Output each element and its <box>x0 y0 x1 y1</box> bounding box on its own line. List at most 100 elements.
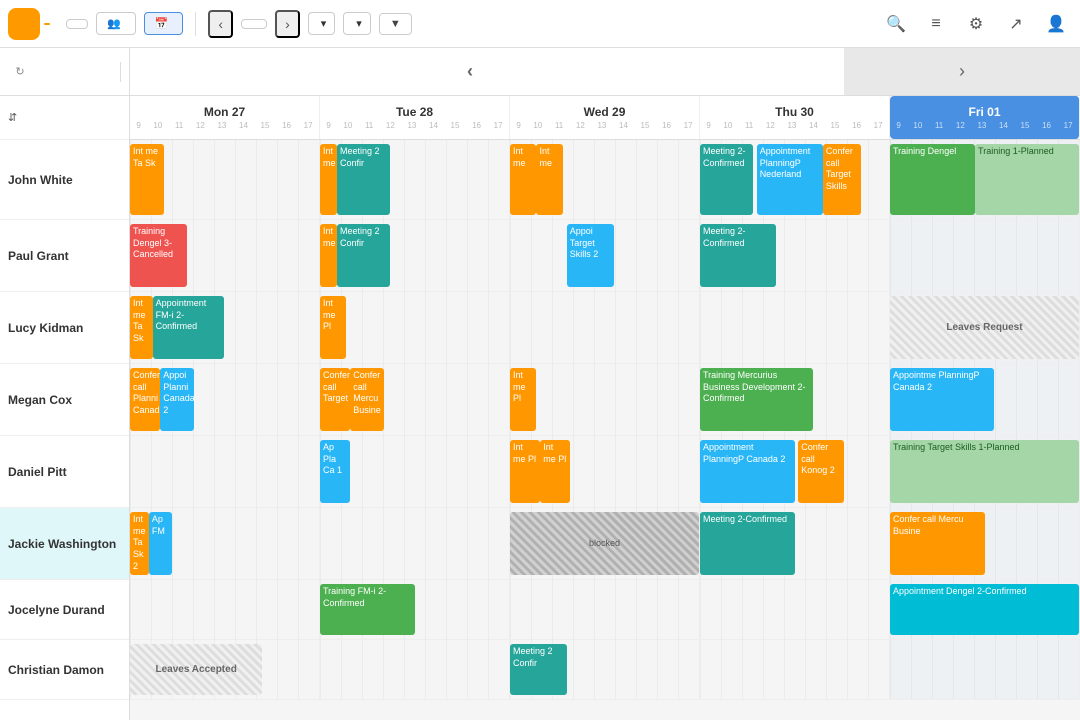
day-col-4-0 <box>130 436 320 507</box>
resource-row: Confer call Planni CanadAppoi Planni Can… <box>130 364 1080 436</box>
chevron-down-icon: ▾ <box>321 17 327 30</box>
add-button[interactable] <box>66 19 88 29</box>
event-block[interactable]: Int me <box>320 144 337 215</box>
day-col-4-3: Appointment PlanningP Canada 2Confer cal… <box>700 436 890 507</box>
event-block[interactable]: Appointment Dengel 2-Confirmed <box>890 584 1079 635</box>
resource-select[interactable]: ▾ <box>343 12 371 35</box>
event-block[interactable]: Appointment PlanningP Canada 2 <box>700 440 795 503</box>
day-col-4-4: Training Target Skills 1-Planned <box>890 436 1080 507</box>
filter-row: ⇵ <box>0 96 129 140</box>
event-block[interactable]: Confer call Mercu Busine <box>350 368 384 431</box>
event-block[interactable]: Int me <box>510 144 536 215</box>
layers-button[interactable]: ≡ <box>920 8 952 40</box>
share-button[interactable]: ↗ <box>1000 8 1032 40</box>
prev-week-button[interactable]: ‹ <box>208 10 233 38</box>
event-block[interactable]: Int me Pl <box>510 440 540 503</box>
main-area: ⇵ John WhitePaul GrantLucy KidmanMegan C… <box>0 96 1080 720</box>
event-block[interactable]: Training Dengel 3-Cancelled <box>130 224 187 287</box>
event-block[interactable]: blocked <box>510 512 699 575</box>
day-col-1-2: Appoi Target Skills 2 <box>510 220 700 291</box>
user-button[interactable]: 👤 <box>1040 8 1072 40</box>
resource-row: Int me Ta Sk 2Ap FM blockedMeeting 2-Conf… <box>130 508 1080 580</box>
event-block[interactable]: Int me Ta Sk <box>130 296 153 359</box>
event-block[interactable]: Meeting 2 Confir <box>337 224 390 287</box>
logo-icon <box>8 8 40 40</box>
event-block[interactable]: Int me Ta Sk 2 <box>130 512 149 575</box>
refresh-button[interactable]: ↻ <box>8 60 32 84</box>
department-select[interactable]: ▾ <box>308 12 336 35</box>
day-col-2-1: Int me Pl <box>320 292 510 363</box>
day-col-6-3 <box>700 580 890 639</box>
event-block[interactable]: Meeting 2 Confir <box>337 144 390 215</box>
event-block[interactable]: Confer call Target <box>320 368 350 431</box>
day-headers: Mon 2791011121314151617Tue 2891011121314… <box>130 96 1080 139</box>
event-block[interactable]: Int me Pl <box>540 440 570 503</box>
search-button[interactable]: 🔍 <box>880 8 912 40</box>
next-month-button[interactable]: › <box>951 57 973 86</box>
filter-button[interactable]: ▼ <box>379 13 412 35</box>
sidebar-top: ↻ <box>0 48 130 95</box>
day-col-0-3: Appointment PlanningP NederlandConfer ca… <box>700 140 890 219</box>
sort-icon: ⇵ <box>8 111 17 124</box>
day-col-3-1: Confer call TargetConfer call Mercu Busi… <box>320 364 510 435</box>
day-col-2-2 <box>510 292 700 363</box>
event-block[interactable]: Meeting 2-Confirmed <box>700 512 795 575</box>
next-week-button[interactable]: › <box>275 10 300 38</box>
event-block[interactable]: Appointment PlanningP Nederland <box>757 144 823 215</box>
weekly-nav-button[interactable]: 📅 <box>144 12 184 35</box>
resource-nav-button[interactable]: 👥 <box>96 12 136 35</box>
resource-name-cell: Lucy Kidman <box>0 292 129 364</box>
day-col-6-2 <box>510 580 700 639</box>
event-block[interactable]: Training FM-i 2-Confirmed <box>320 584 415 635</box>
event-block[interactable]: Int me <box>536 144 562 215</box>
event-block[interactable]: Leaves Request <box>890 296 1079 359</box>
event-block[interactable]: Confer call Mercu Busine <box>890 512 985 575</box>
event-block[interactable]: Confer call Planni Canad <box>130 368 160 431</box>
event-block[interactable]: Meeting 2-Confirmed <box>700 224 776 287</box>
event-block[interactable]: Training Dengel <box>890 144 975 215</box>
event-block[interactable]: Appointme PlanningP Canada 2 <box>890 368 994 431</box>
chevron-down-icon: ▾ <box>356 17 362 30</box>
divider <box>195 12 196 36</box>
day-col-1-4 <box>890 220 1080 291</box>
divider <box>120 62 121 82</box>
event-block[interactable]: Appointment FM-i 2-Confirmed <box>153 296 225 359</box>
event-block[interactable]: Confer call Konog 2 <box>798 440 843 503</box>
event-block[interactable]: Int me Pl <box>510 368 536 431</box>
day-header-3: Thu 3091011121314151617 <box>700 96 890 139</box>
month-nav: ‹ › <box>130 48 1080 95</box>
day-col-6-4: Appointment Dengel 2-Confirmed <box>890 580 1080 639</box>
resource-name-cell: Megan Cox <box>0 364 129 436</box>
event-block[interactable]: Confer call Target Skills <box>823 144 861 215</box>
event-block[interactable]: Int me Pl <box>320 296 346 359</box>
day-col-0-2: Int meInt me <box>510 140 700 219</box>
event-block[interactable]: Meeting 2 Confir <box>510 644 567 695</box>
sort-filter-button[interactable]: ⇵ <box>8 111 21 124</box>
day-col-3-2: Int me Pl <box>510 364 700 435</box>
event-block[interactable]: Int me Ta Sk <box>130 144 164 215</box>
names-column: ⇵ John WhitePaul GrantLucy KidmanMegan C… <box>0 96 130 720</box>
event-block[interactable]: Training 1-Planned <box>975 144 1079 215</box>
logo-text <box>44 23 50 25</box>
toolbar-icons: 🔍 ≡ ⚙ ↗ 👤 <box>880 8 1072 40</box>
settings-button[interactable]: ⚙ <box>960 8 992 40</box>
day-col-7-1 <box>320 640 510 699</box>
event-block[interactable]: Meeting 2-Confirmed <box>700 144 753 215</box>
day-col-4-1: Ap Pla Ca 1 <box>320 436 510 507</box>
event-block[interactable]: Leaves Accepted <box>130 644 262 695</box>
resource-name-cell: Paul Grant <box>0 220 129 292</box>
event-block[interactable]: Training Target Skills 1-Planned <box>890 440 1079 503</box>
event-block[interactable]: Int me <box>320 224 337 287</box>
event-block[interactable]: Appoi Target Skills 2 <box>567 224 614 287</box>
event-block[interactable]: Training Mercurius Business Development … <box>700 368 813 431</box>
event-block[interactable]: Ap FM <box>149 512 172 575</box>
grid-area: Mon 2791011121314151617Tue 2891011121314… <box>130 96 1080 720</box>
prev-month-button[interactable]: ‹ <box>459 57 481 86</box>
resource-name-cell: Christian Damon <box>0 640 129 700</box>
day-col-1-3: Meeting 2-Confirmed <box>700 220 890 291</box>
event-block[interactable]: Ap Pla Ca 1 <box>320 440 350 503</box>
premium-badge <box>44 23 50 25</box>
day-col-1-0: Training Dengel 3-Cancelled <box>130 220 320 291</box>
event-block[interactable]: Appoi Planni Canada 2 <box>160 368 194 431</box>
day-col-7-2: Meeting 2 Confir <box>510 640 700 699</box>
